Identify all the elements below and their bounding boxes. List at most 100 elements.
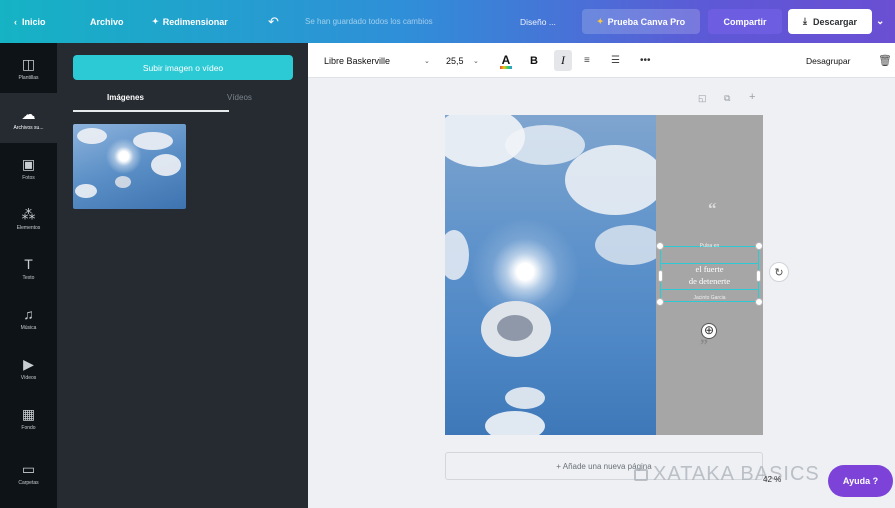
trash-icon[interactable]: 🗑	[878, 43, 892, 78]
uploads-panel: Subir imagen o vídeo Imágenes Vídeos	[57, 43, 308, 508]
note-icon[interactable]: ◱	[698, 93, 707, 104]
text-selection-box	[660, 263, 759, 290]
rail-item-background[interactable]: ▦ Fondo	[0, 393, 57, 443]
upload-media-button[interactable]: Subir imagen o vídeo	[73, 55, 293, 80]
share-button[interactable]: Compartir	[708, 9, 782, 34]
cloud-shape	[497, 315, 533, 341]
xataka-logo-icon	[634, 469, 648, 481]
grey-text-block[interactable]: “ Pulsa en el fuerte de detenerte Jacint…	[656, 115, 763, 435]
shapes-icon: ⁂	[21, 205, 36, 222]
download-icon: ⤓	[802, 16, 807, 26]
cloud-shape	[485, 411, 545, 435]
text-color-icon: A	[501, 52, 511, 67]
font-size-field[interactable]: 25,5	[446, 43, 464, 78]
side-resize-handle[interactable]	[756, 270, 761, 282]
move-icon[interactable]: ⊕	[701, 323, 717, 339]
try-pro-label: Prueba Canva Pro	[607, 16, 686, 27]
cloud-shape	[565, 145, 656, 215]
text-toolbar: Libre Baskerville ⌄ 25,5 ⌄ A B I ≡ ☰ •••…	[308, 43, 895, 78]
rail-item-label: Carpetas	[18, 479, 39, 486]
tab-underline	[73, 110, 229, 112]
file-menu-button[interactable]: Archivo	[90, 0, 124, 43]
chevron-down-icon[interactable]: ⌄	[876, 0, 884, 43]
cloud-shape	[133, 132, 173, 150]
color-bar	[500, 65, 512, 69]
cloud-shape	[505, 387, 545, 409]
background-icon: ▦	[21, 405, 36, 422]
help-button[interactable]: Ayuda ?	[828, 465, 893, 497]
list-icon[interactable]: ☰	[611, 43, 620, 78]
chevron-down-icon[interactable]: ⌄	[473, 43, 479, 78]
rail-item-folders[interactable]: ▭ Carpetas	[0, 448, 57, 498]
rotate-icon[interactable]: ↻	[769, 262, 789, 282]
cloud-shape	[77, 128, 107, 144]
try-pro-button[interactable]: ✦ Prueba Canva Pro	[582, 9, 700, 34]
resize-handle[interactable]	[755, 298, 763, 306]
top-bar: ‹ Inicio Archivo ✦ Redimensionar ↶ Se ha…	[0, 0, 895, 43]
cloud-shape	[151, 154, 181, 176]
cloud-upload-icon: ☁	[21, 105, 36, 122]
cloud-shape	[445, 230, 469, 280]
design-name-field[interactable]: Diseño ...	[520, 0, 556, 43]
download-label: Descargar	[812, 16, 857, 27]
template-icon: ◫	[21, 55, 36, 72]
bold-button[interactable]: B	[530, 43, 538, 78]
small-caption-top[interactable]: Pulsa en	[668, 243, 751, 249]
tab-videos[interactable]: Vídeos	[227, 93, 252, 102]
rail-item-label: Fotos	[22, 174, 35, 181]
quote-icon: ”	[700, 337, 708, 354]
resize-button[interactable]: ✦ Redimensionar	[152, 0, 228, 43]
rail-item-label: Plantillas	[18, 74, 39, 81]
rail-item-label: Texto	[22, 274, 35, 281]
rail-item-label: Elementos	[16, 224, 41, 231]
more-options-icon[interactable]: •••	[640, 43, 651, 78]
resize-label: Redimensionar	[162, 16, 228, 27]
resize-handle[interactable]	[755, 242, 763, 250]
italic-button[interactable]: I	[554, 50, 572, 71]
rail-item-label: Vídeos	[20, 374, 37, 381]
rail-item-photos[interactable]: ▣ Fotos	[0, 143, 57, 193]
cloud-shape	[595, 225, 656, 265]
rail-item-elements[interactable]: ⁂ Elementos	[0, 193, 57, 243]
duplicate-page-icon[interactable]: ⧉	[724, 93, 730, 104]
folder-icon: ▭	[21, 460, 36, 477]
resize-handle[interactable]	[656, 242, 664, 250]
undo-icon[interactable]: ↶	[268, 0, 279, 43]
design-page[interactable]: “ Pulsa en el fuerte de detenerte Jacint…	[445, 115, 763, 435]
zoom-level[interactable]: 42 %	[763, 475, 781, 484]
uploaded-image-thumbnail[interactable]	[73, 124, 186, 209]
home-label: Inicio	[22, 16, 46, 27]
cloud-shape	[75, 184, 97, 198]
align-icon[interactable]: ≡	[584, 43, 590, 78]
text-icon: T	[24, 255, 33, 272]
rail-item-templates[interactable]: ◫ Plantillas	[0, 43, 57, 93]
rail-item-text[interactable]: T Texto	[0, 243, 57, 293]
left-icon-rail: ◫ Plantillas ☁ Archivos su... ▣ Fotos ⁂ …	[0, 43, 57, 508]
resize-handle[interactable]	[656, 298, 664, 306]
home-button[interactable]: ‹ Inicio	[14, 0, 46, 43]
video-icon: ▶	[23, 355, 34, 372]
font-family-dropdown[interactable]: Libre Baskerville	[324, 43, 390, 78]
text-color-button[interactable]: A	[500, 43, 512, 78]
side-resize-handle[interactable]	[658, 270, 663, 282]
add-page-icon[interactable]: +	[749, 91, 755, 103]
sky-photo[interactable]	[445, 115, 656, 435]
rail-item-label: Fondo	[21, 424, 36, 431]
rail-item-uploads[interactable]: ☁ Archivos su...	[0, 93, 57, 143]
chevron-down-icon[interactable]: ⌄	[424, 43, 430, 78]
small-caption-bottom[interactable]: Jacinto Garcia	[668, 295, 751, 301]
download-button[interactable]: ⤓ Descargar	[788, 9, 872, 34]
rail-item-videos[interactable]: ▶ Vídeos	[0, 343, 57, 393]
canva-editor: ‹ Inicio Archivo ✦ Redimensionar ↶ Se ha…	[0, 0, 895, 508]
rail-item-label: Música	[20, 324, 37, 331]
crown-icon: ✦	[596, 17, 604, 26]
music-icon: ♫	[23, 305, 34, 322]
save-status: Se han guardado todos los cambios	[305, 17, 433, 26]
tab-images[interactable]: Imágenes	[107, 93, 144, 102]
quote-icon: “	[708, 199, 717, 218]
ungroup-button[interactable]: Desagrupar	[806, 43, 850, 78]
cloud-shape	[115, 176, 131, 188]
rail-item-music[interactable]: ♫ Música	[0, 293, 57, 343]
chevron-left-icon: ‹	[14, 16, 17, 27]
photo-icon: ▣	[21, 155, 36, 172]
